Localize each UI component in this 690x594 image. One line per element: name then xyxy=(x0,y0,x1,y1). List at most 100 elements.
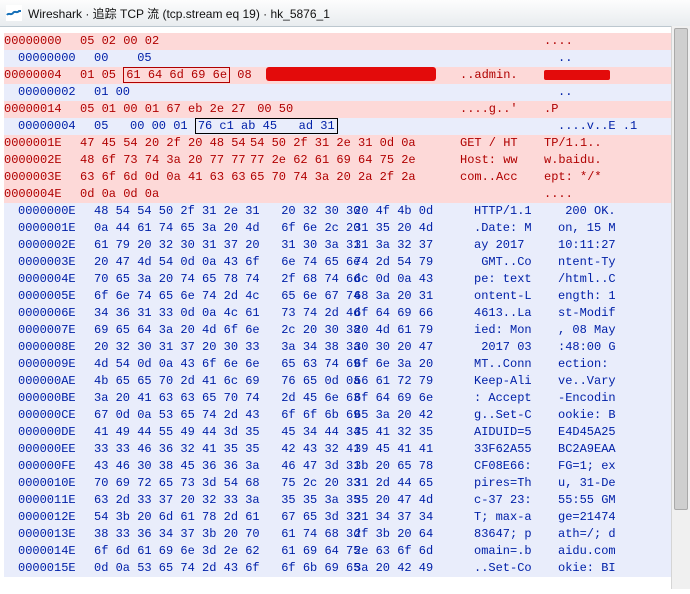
ascii-right: ge=21474 xyxy=(558,509,616,526)
ascii-left: Host: ww xyxy=(460,152,544,169)
ascii-right: .... xyxy=(544,186,573,203)
offset-address: 0000012E xyxy=(18,509,94,526)
hexdump-row[interactable]: 0000003E63 6f 6d 0d 0a 41 63 6365 70 74 … xyxy=(4,169,686,186)
offset-address: 00000000 xyxy=(18,50,94,67)
hex-bytes: 6f 6e 74 65 6e 74 2d 4c 65 6e 67 7468 3a… xyxy=(94,288,474,305)
offset-address: 00000014 xyxy=(4,101,80,118)
hex-bytes: 4d 54 0d 0a 43 6f 6e 6e 65 63 74 696f 6e… xyxy=(94,356,474,373)
hexdump-row[interactable]: 0000002E48 6f 73 74 3a 20 77 7777 2e 62 … xyxy=(4,152,686,169)
hex-bytes: 70 69 72 65 73 3d 54 68 75 2c 20 3331 2d… xyxy=(94,475,474,492)
offset-address: 000000EE xyxy=(18,441,94,458)
ascii-right: ookie: B xyxy=(558,407,616,424)
hex-bytes: 00 05 xyxy=(94,50,474,67)
vertical-scrollbar[interactable] xyxy=(671,26,690,589)
hexdump-row[interactable]: 0000008E20 32 30 31 37 20 30 33 3a 34 38… xyxy=(4,339,686,356)
offset-address: 000000CE xyxy=(18,407,94,424)
ascii-left: ..Set-Co xyxy=(474,560,558,577)
redacted-block xyxy=(544,70,610,80)
hexdump-row[interactable]: 0000012E54 3b 20 6d 61 78 2d 61 67 65 3d… xyxy=(4,509,686,526)
ascii-right: ath=/; d xyxy=(558,526,616,543)
offset-address: 0000014E xyxy=(18,543,94,560)
hexdump-row[interactable]: 0000004E0d 0a 0d 0a.... xyxy=(4,186,686,203)
hex-bytes: 34 36 31 33 0d 0a 4c 61 73 74 2d 4d6f 64… xyxy=(94,305,474,322)
ascii-left: 2017 03 xyxy=(474,339,558,356)
hexdump-row[interactable]: 0000005E6f 6e 74 65 6e 74 2d 4c 65 6e 67… xyxy=(4,288,686,305)
ascii-right: ept: */* xyxy=(544,169,602,186)
ascii-right: 200 OK. xyxy=(558,203,616,220)
offset-address: 00000002 xyxy=(18,84,94,101)
offset-address: 0000013E xyxy=(18,526,94,543)
hexdump-row[interactable]: 0000013E38 33 36 34 37 3b 20 70 61 74 68… xyxy=(4,526,686,543)
hex-bytes: 41 49 44 55 49 44 3d 35 45 34 44 3435 41… xyxy=(94,424,474,441)
hexdump-row[interactable]: 0000001E0a 44 61 74 65 3a 20 4d 6f 6e 2c… xyxy=(4,220,686,237)
hex-bytes: 05 00 00 01 76 c1 ab 45 ad 31 xyxy=(94,118,474,135)
ascii-left: GMT..Co xyxy=(474,254,558,271)
ascii-right: 55:55 GM xyxy=(558,492,616,509)
hex-bytes: 63 2d 33 37 20 32 33 3a 35 35 3a 3535 20… xyxy=(94,492,474,509)
ascii-left: ontent-L xyxy=(474,288,558,305)
hex-bytes: 0d 0a 53 65 74 2d 43 6f 6f 6b 69 653a 20… xyxy=(94,560,474,577)
hexdump-row[interactable]: 0000000E48 54 54 50 2f 31 2e 31 20 32 30… xyxy=(4,203,686,220)
hexdump-row[interactable]: 0000001405 01 00 01 67 eb 2e 27 00 50...… xyxy=(4,101,686,118)
offset-address: 0000008E xyxy=(18,339,94,356)
hex-bytes: 54 3b 20 6d 61 78 2d 61 67 65 3d 3231 34… xyxy=(94,509,474,526)
hexdump-row[interactable]: 0000003E20 47 4d 54 0d 0a 43 6f 6e 74 65… xyxy=(4,254,686,271)
offset-address: 00000000 xyxy=(4,33,80,50)
hexdump-row[interactable]: 0000010E70 69 72 65 73 3d 54 68 75 2c 20… xyxy=(4,475,686,492)
hexdump-row[interactable]: 0000000405 00 00 01 76 c1 ab 45 ad 31...… xyxy=(4,118,686,135)
ascii-left xyxy=(460,186,544,203)
hex-bytes: 70 65 3a 20 74 65 78 74 2f 68 74 6d6c 0d… xyxy=(94,271,474,288)
hexdump-row[interactable]: 0000002E61 79 20 32 30 31 37 20 31 30 3a… xyxy=(4,237,686,254)
hexdump-row[interactable]: 0000000000 05.. xyxy=(4,50,686,67)
hexdump-row[interactable]: 0000014E6f 6d 61 69 6e 3d 2e 62 61 69 64… xyxy=(4,543,686,560)
offset-address: 00000004 xyxy=(4,67,80,84)
ascii-right: E4D45A25 xyxy=(558,424,616,441)
hex-bytes: 3a 20 41 63 63 65 70 74 2d 45 6e 636f 64… xyxy=(94,390,474,407)
hexdump-row[interactable]: 0000000201 00.. xyxy=(4,84,686,101)
ascii-left: GET / HT xyxy=(460,135,544,152)
hexdump-row[interactable]: 0000000401 05 61 64 6d 69 6e 08 ..admin. xyxy=(4,67,686,84)
hexdump-row[interactable]: 0000007E69 65 64 3a 20 4d 6f 6e 2c 20 30… xyxy=(4,322,686,339)
hexdump-row[interactable]: 000000CE67 0d 0a 53 65 74 2d 43 6f 6f 6b… xyxy=(4,407,686,424)
hexdump-row[interactable]: 0000004E70 65 3a 20 74 65 78 74 2f 68 74… xyxy=(4,271,686,288)
offset-address: 000000AE xyxy=(18,373,94,390)
ascii-right: .P xyxy=(544,101,558,118)
hexdump-row[interactable]: 0000006E34 36 31 33 0d 0a 4c 61 73 74 2d… xyxy=(4,305,686,322)
offset-address: 0000001E xyxy=(4,135,80,152)
ascii-left: : Accept xyxy=(474,390,558,407)
ascii-right: ength: 1 xyxy=(558,288,616,305)
offset-address: 0000009E xyxy=(18,356,94,373)
offset-address: 0000015E xyxy=(18,560,94,577)
ascii-right: -Encodin xyxy=(558,390,616,407)
hexdump-row[interactable]: 0000015E0d 0a 53 65 74 2d 43 6f 6f 6b 69… xyxy=(4,560,686,577)
hex-bytes: 05 01 00 01 67 eb 2e 27 00 50 xyxy=(80,101,460,118)
ascii-right: w.baidu. xyxy=(544,152,602,169)
hex-bytes: 4b 65 65 70 2d 41 6c 69 76 65 0d 0a56 61… xyxy=(94,373,474,390)
ascii-left: 83647; p xyxy=(474,526,558,543)
hexdump-row[interactable]: 0000001E47 45 54 20 2f 20 48 5454 50 2f … xyxy=(4,135,686,152)
hexdump-row[interactable]: 000000BE3a 20 41 63 63 65 70 74 2d 45 6e… xyxy=(4,390,686,407)
hexdump-row[interactable]: 000000EE33 33 46 36 32 41 35 35 42 43 32… xyxy=(4,441,686,458)
offset-address: 0000002E xyxy=(4,152,80,169)
hexdump-row[interactable]: 0000009E4d 54 0d 0a 43 6f 6e 6e 65 63 74… xyxy=(4,356,686,373)
offset-address: 0000004E xyxy=(4,186,80,203)
scrollbar-thumb[interactable] xyxy=(674,28,688,510)
offset-address: 0000011E xyxy=(18,492,94,509)
ascii-left: AIDUID=5 xyxy=(474,424,558,441)
offset-address: 0000001E xyxy=(18,220,94,237)
ascii-right: :48:00 G xyxy=(558,339,616,356)
hexdump-row[interactable]: 000000FE43 46 30 38 45 36 36 3a 46 47 3d… xyxy=(4,458,686,475)
ascii-right: ection: xyxy=(558,356,616,373)
hexdump-row[interactable]: 0000000005 02 00 02.... xyxy=(4,33,686,50)
hexdump-row[interactable]: 000000AE4b 65 65 70 2d 41 6c 69 76 65 0d… xyxy=(4,373,686,390)
ascii-right: .. xyxy=(558,84,572,101)
offset-address: 000000FE xyxy=(18,458,94,475)
hex-bytes: 20 47 4d 54 0d 0a 43 6f 6e 74 65 6e74 2d… xyxy=(94,254,474,271)
ascii-left: omain=.b xyxy=(474,543,558,560)
ascii-left: pe: text xyxy=(474,271,558,288)
hexdump-pane[interactable]: 0000000005 02 00 02....0000000000 05..00… xyxy=(0,27,690,594)
offset-address: 0000010E xyxy=(18,475,94,492)
hexdump-row[interactable]: 000000DE41 49 44 55 49 44 3d 35 45 34 44… xyxy=(4,424,686,441)
hexdump-row[interactable]: 0000011E63 2d 33 37 20 32 33 3a 35 35 3a… xyxy=(4,492,686,509)
offset-address: 0000004E xyxy=(18,271,94,288)
